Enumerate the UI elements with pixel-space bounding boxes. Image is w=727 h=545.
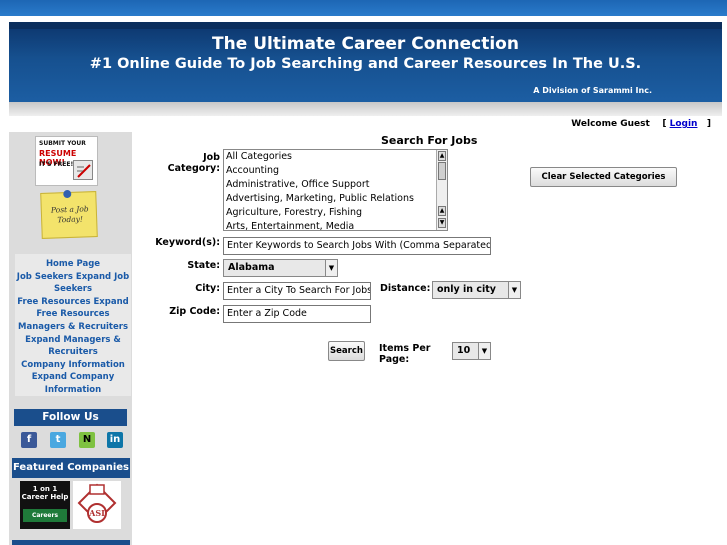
keywords-label: Keyword(s): bbox=[155, 237, 220, 248]
keywords-input[interactable]: Enter Keywords to Search Jobs With (Comm… bbox=[223, 237, 491, 255]
city-label: City: bbox=[195, 283, 220, 294]
state-label: State: bbox=[187, 260, 220, 271]
distance-value: only in city bbox=[437, 284, 496, 295]
nav-company-information[interactable]: Company Information Expand Company Infor… bbox=[15, 359, 131, 397]
state-select[interactable]: Alabama ▼ bbox=[223, 259, 338, 277]
bracket-open: [ bbox=[662, 119, 667, 129]
company1-line2: Career Help bbox=[21, 493, 69, 501]
follow-us-heading: Follow Us bbox=[14, 409, 127, 426]
welcome-text: Welcome Guest bbox=[571, 119, 650, 129]
career-help-logo[interactable]: 1 on 1 Career Help Careers bbox=[20, 481, 70, 529]
site-subtitle: #1 Online Guide To Job Searching and Car… bbox=[89, 56, 642, 72]
search-title: Search For Jobs bbox=[381, 134, 478, 147]
zip-label: Zip Code: bbox=[169, 306, 220, 317]
search-button[interactable]: Search bbox=[328, 341, 365, 361]
items-per-page-label: Items Per Page: bbox=[379, 343, 431, 365]
twitter-icon[interactable]: t bbox=[50, 432, 66, 448]
sidebar: SUBMIT YOUR RESUME NOW! IT'S FREE! Post … bbox=[9, 132, 132, 545]
job-category-list[interactable]: All Categories Accounting Administrative… bbox=[223, 149, 448, 231]
sidebar-footer-bar bbox=[12, 540, 130, 545]
list-scrollbar[interactable]: ▲ ▲ ▼ bbox=[436, 150, 447, 230]
top-bar bbox=[0, 0, 727, 16]
chevron-down-icon: ▼ bbox=[508, 282, 520, 298]
careers-badge: Careers bbox=[23, 509, 67, 522]
category-option[interactable]: Accounting bbox=[224, 164, 447, 178]
nav-home[interactable]: Home Page bbox=[15, 258, 131, 271]
nav-job-seekers[interactable]: Job Seekers Expand Job Seekers bbox=[15, 271, 131, 296]
site-header: The Ultimate Career Connection #1 Online… bbox=[9, 22, 722, 102]
pushpin-icon bbox=[63, 189, 72, 199]
items-per-page-select[interactable]: 10 ▼ bbox=[452, 342, 491, 360]
state-value: Alabama bbox=[228, 262, 275, 273]
items-per-page-value: 10 bbox=[457, 345, 471, 356]
header-shadow bbox=[9, 102, 722, 116]
notepad-icon bbox=[73, 160, 93, 180]
nav-managers-recruiters[interactable]: Managers & Recruiters Expand Managers & … bbox=[15, 321, 131, 359]
asi-logo-text: ASI bbox=[88, 508, 105, 518]
facebook-icon[interactable]: f bbox=[21, 432, 37, 448]
distance-label: Distance: bbox=[380, 283, 431, 294]
nav-free-resources[interactable]: Free Resources Expand Free Resources bbox=[15, 296, 131, 321]
chevron-down-icon: ▼ bbox=[325, 260, 337, 276]
promo-line3: IT'S FREE! bbox=[39, 161, 74, 168]
category-option[interactable]: Agriculture, Forestry, Fishing bbox=[224, 206, 447, 220]
linkedin-icon[interactable]: in bbox=[107, 432, 123, 448]
featured-companies-heading: Featured Companies bbox=[12, 458, 130, 478]
networking-icon[interactable]: N bbox=[79, 432, 95, 448]
category-option[interactable]: Arts, Entertainment, Media bbox=[224, 220, 447, 230]
post-job-text: Post a Job Today! bbox=[50, 204, 89, 225]
promo-line1: SUBMIT YOUR bbox=[39, 140, 86, 147]
scroll-thumb[interactable] bbox=[438, 162, 446, 180]
social-links: f t N in bbox=[21, 432, 125, 448]
job-category-label: Job Category: bbox=[167, 152, 220, 174]
bracket-close: ] bbox=[706, 119, 711, 129]
submit-resume-banner[interactable]: SUBMIT YOUR RESUME NOW! IT'S FREE! bbox=[35, 136, 98, 186]
category-option[interactable]: Administrative, Office Support bbox=[224, 178, 447, 192]
city-input[interactable]: Enter a City To Search For Jobs bbox=[223, 282, 371, 300]
category-option[interactable]: All Categories bbox=[224, 150, 447, 164]
scroll-up-icon[interactable]: ▲ bbox=[438, 151, 446, 161]
chevron-down-icon: ▼ bbox=[478, 343, 490, 359]
post-job-note[interactable]: Post a Job Today! bbox=[40, 189, 98, 239]
category-option[interactable]: Advertising, Marketing, Public Relations bbox=[224, 192, 447, 206]
site-title: The Ultimate Career Connection bbox=[212, 34, 519, 54]
welcome-bar: Welcome Guest [ Login ] bbox=[571, 119, 711, 129]
asi-logo[interactable]: ASI bbox=[73, 481, 121, 529]
company1-line1: 1 on 1 bbox=[32, 485, 58, 493]
clear-categories-button[interactable]: Clear Selected Categories bbox=[530, 167, 677, 187]
scroll-down-icon[interactable]: ▼ bbox=[438, 218, 446, 228]
distance-select[interactable]: only in city ▼ bbox=[432, 281, 521, 299]
zip-input[interactable]: Enter a Zip Code bbox=[223, 305, 371, 323]
login-link[interactable]: Login bbox=[670, 119, 698, 129]
division-text: A Division of Sarammi Inc. bbox=[533, 86, 652, 95]
scroll-up-small-icon[interactable]: ▲ bbox=[438, 206, 446, 216]
sidebar-nav: Home Page Job Seekers Expand Job Seekers… bbox=[15, 254, 131, 396]
